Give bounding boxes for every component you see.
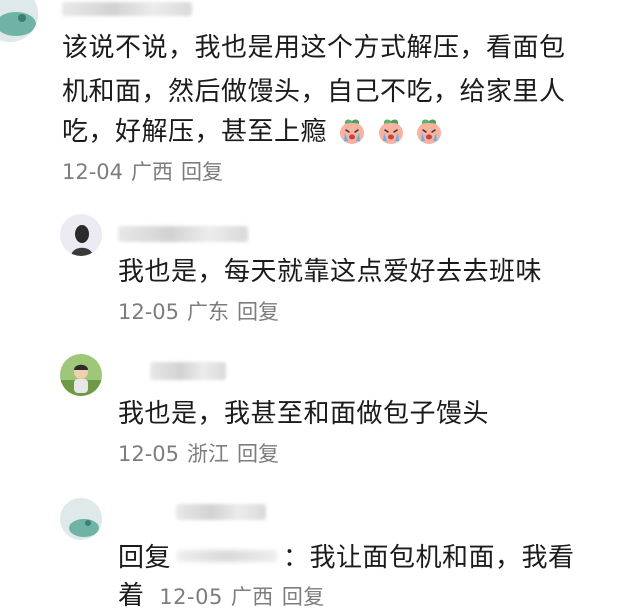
- commenter-name-blurred[interactable]: [118, 226, 248, 242]
- crying-peach-emoji-icon: [378, 119, 403, 144]
- comment-location: 广东: [187, 300, 230, 324]
- commenter-name-blurred[interactable]: [150, 362, 226, 380]
- comment-text-line-with-emoji: 吃，好解压，甚至上瘾: [62, 114, 443, 150]
- comment-text: 我也是，我甚至和面做包子馒头: [118, 399, 490, 429]
- commenter-avatar[interactable]: [60, 214, 102, 256]
- comment-meta: 12-04 广西 回复: [62, 158, 231, 186]
- commenter-name-blurred[interactable]: [62, 2, 192, 16]
- comment-text-segment: 着: [118, 581, 145, 611]
- commenter-avatar[interactable]: [0, 0, 38, 42]
- comment-text-line-with-meta: 着 12-05 广西 回复: [118, 578, 333, 614]
- commenter-avatar[interactable]: [60, 354, 102, 396]
- comment-meta: 12-05 广东 回复: [118, 298, 287, 326]
- commenter-avatar[interactable]: [60, 498, 102, 540]
- comment-location: 广西: [230, 585, 274, 609]
- comment-text-segment: 吃，好解压，甚至上瘾: [62, 117, 328, 147]
- avatar-girl-icon: [60, 214, 102, 256]
- reply-button[interactable]: 回复: [237, 442, 279, 466]
- comment-text-line: 机和面，然后做馒头，自己不吃，给家里人: [62, 77, 566, 107]
- comment-date: 12-04: [62, 160, 124, 184]
- reply-button[interactable]: 回复: [282, 585, 325, 609]
- comment-location: 浙江: [187, 442, 230, 466]
- comment-meta: 12-05 广西 回复: [159, 585, 333, 609]
- crying-peach-emoji-icon: [417, 119, 442, 144]
- mentioned-user-blurred[interactable]: [177, 550, 278, 562]
- comment-text: 我也是，每天就靠这点爱好去去班味: [118, 257, 543, 287]
- avatar-green-icon: [60, 498, 102, 540]
- commenter-name-blurred[interactable]: [176, 504, 266, 520]
- reply-button[interactable]: 回复: [237, 300, 279, 324]
- avatar-green-icon: [0, 0, 38, 42]
- comment-date: 12-05: [159, 585, 223, 609]
- comment-date: 12-05: [118, 442, 180, 466]
- reply-prefix: 回复: [118, 543, 172, 573]
- comment-text-segment: ：我让面包机和面，我看: [283, 543, 575, 573]
- crying-peach-emoji-icon: [339, 119, 364, 144]
- reply-button[interactable]: 回复: [181, 160, 223, 184]
- comment-location: 广西: [131, 160, 174, 184]
- comment-meta: 12-05 浙江 回复: [118, 440, 287, 468]
- avatar-child-photo-icon: [60, 354, 102, 396]
- comment-date: 12-05: [118, 300, 180, 324]
- comment-text-line: 该说不说，我也是用这个方式解压，看面包: [62, 33, 566, 63]
- comment-text-line: 回复 ：我让面包机和面，我看: [118, 540, 575, 576]
